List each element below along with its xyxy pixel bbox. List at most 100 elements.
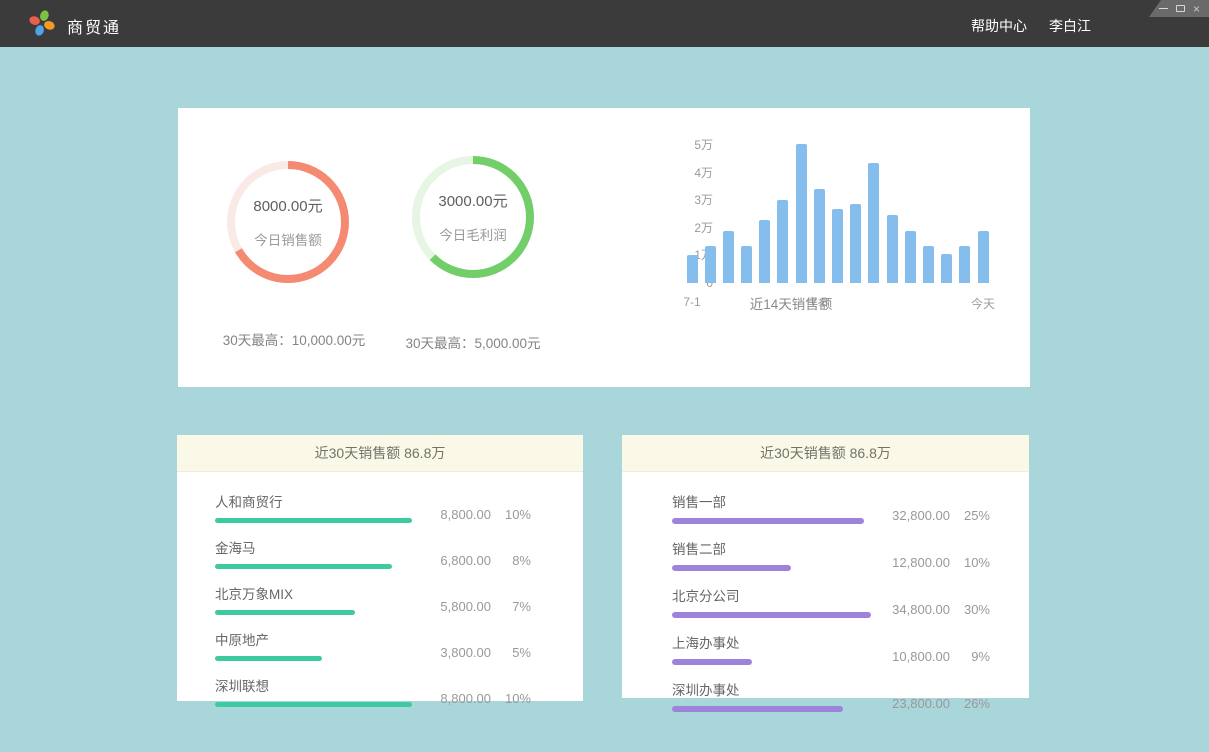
rank-row-amount: 8,800.00 [440,507,491,522]
rank-row-amount: 23,800.00 [892,696,950,711]
rank-row-left: 深圳办事处 [672,679,892,712]
rank-row-values: 12,800.0010% [892,555,990,570]
rank-row-bar [672,612,871,618]
rank-row-percent: 10% [491,507,531,522]
maximize-icon[interactable] [1176,5,1185,12]
app-title: 商贸通 [67,14,121,38]
rank-row-left: 金海马 [215,537,440,569]
gauge-today-profit: 3000.00元今日毛利润 [410,154,536,280]
bar-chart-plot-area: 5万4万3万2万1万07-17-8今天 [685,145,991,283]
rank-row: 销售二部12,800.0010% [622,538,1029,571]
rank-row-label: 北京分公司 [672,585,892,605]
close-icon[interactable]: × [1193,4,1200,14]
rank-row-bar [215,702,412,707]
rank-row: 深圳联想8,800.0010% [177,675,583,707]
department-sales-rank-card: 近30天销售额 86.8万销售一部32,800.0025% 销售二部12,800.… [622,435,1029,698]
y-axis-tick: 2万 [673,221,713,235]
rank-row-values: 8,800.0010% [440,507,531,522]
titlebar: 商贸通 帮助中心 李白江 × [0,0,1209,47]
rank-row-bar [215,518,412,523]
gauge-label: 今日毛利润 [439,224,507,244]
rank-row-left: 销售二部 [672,538,892,571]
rank-card-title: 近30天销售额 86.8万 [622,435,1029,472]
bar [777,200,788,283]
rank-row-left: 上海办事处 [672,632,892,665]
chart-caption: 近14天销售额 [691,293,891,313]
rank-row-left: 深圳联想 [215,675,440,707]
rank-row-label: 深圳办事处 [672,679,892,699]
rank-row-amount: 34,800.00 [892,602,950,617]
gauge-today-sales: 8000.00元今日销售额 [225,159,351,285]
customer-sales-rank-card: 近30天销售额 86.8万人和商贸行8,800.0010%金海马6,800.00… [177,435,583,701]
bar [832,209,843,284]
rank-row-amount: 5,800.00 [440,599,491,614]
window-controls: × [1149,0,1209,17]
y-axis-tick: 4万 [673,166,713,180]
rank-row-bar [672,518,864,524]
rank-row-bar [215,610,355,615]
rank-row-label: 北京万象MIX [215,583,440,603]
last-14-days-sales-chart: 5万4万3万2万1万07-17-8今天 近14天销售额 [633,108,1013,387]
rank-card-body: 人和商贸行8,800.0010%金海马6,800.008%北京万象MIX5,80… [177,472,583,707]
rank-row-label: 销售二部 [672,538,892,558]
rank-card-body: 销售一部32,800.0025%销售二部12,800.0010%北京分公司34,… [622,472,1029,712]
rank-row-amount: 12,800.00 [892,555,950,570]
rank-row-label: 中原地产 [215,629,440,649]
rank-row-left: 中原地产 [215,629,440,661]
username-menu[interactable]: 李白江 [1049,16,1091,36]
y-axis-tick: 5万 [673,138,713,152]
rank-row-bar [672,706,843,712]
rank-row-percent: 10% [491,691,531,706]
rank-row-values: 23,800.0026% [892,696,990,711]
rank-row-values: 8,800.0010% [440,691,531,706]
rank-row: 深圳办事处23,800.0026% [622,679,1029,712]
overview-card: 8000.00元今日销售额30天最高：10,000.00元3000.00元今日毛… [178,108,1030,387]
bar [887,215,898,283]
bar [759,220,770,284]
rank-row-percent: 8% [491,553,531,568]
rank-row-bar [215,656,322,661]
rank-row-label: 金海马 [215,537,440,557]
gauge-value: 3000.00元 [438,190,507,211]
bar [923,246,934,283]
rank-row-left: 北京分公司 [672,585,892,618]
bar [868,163,879,283]
rank-row-percent: 30% [950,602,990,617]
bar [796,144,807,283]
gauge-text-today-profit: 3000.00元今日毛利润 [410,154,536,280]
rank-row: 中原地产3,800.005% [177,629,583,661]
gauge-text-today-sales: 8000.00元今日销售额 [225,159,351,285]
rank-row-left: 人和商贸行 [215,491,440,523]
rank-row-percent: 25% [950,508,990,523]
bar [705,246,716,283]
rank-row-percent: 5% [491,645,531,660]
help-center-link[interactable]: 帮助中心 [971,16,1027,36]
bar [814,189,825,283]
minimize-icon[interactable] [1159,8,1168,9]
bar [959,246,970,283]
gauge-30day-max: 30天最高：5,000.00元 [343,332,603,352]
gauge-value: 8000.00元 [253,195,322,216]
y-axis-tick: 3万 [673,193,713,207]
rank-row: 人和商贸行8,800.0010% [177,491,583,523]
bar [941,254,952,283]
x-axis-tick: 今天 [953,295,1013,312]
rank-row-bar [672,659,752,665]
bar [905,231,916,283]
rank-row-percent: 7% [491,599,531,614]
rank-row-bar [672,565,791,571]
bar [741,246,752,283]
bar [687,255,698,283]
rank-row-values: 3,800.005% [440,645,531,660]
rank-row-label: 上海办事处 [672,632,892,652]
bar [723,231,734,283]
rank-row-percent: 26% [950,696,990,711]
rank-row-amount: 32,800.00 [892,508,950,523]
rank-row-percent: 9% [950,649,990,664]
rank-row-values: 10,800.009% [892,649,990,664]
rank-row-label: 人和商贸行 [215,491,440,511]
gauge-label: 今日销售额 [254,229,322,249]
rank-row: 北京分公司34,800.0030% [622,585,1029,618]
rank-row: 销售一部32,800.0025% [622,491,1029,524]
rank-row-percent: 10% [950,555,990,570]
